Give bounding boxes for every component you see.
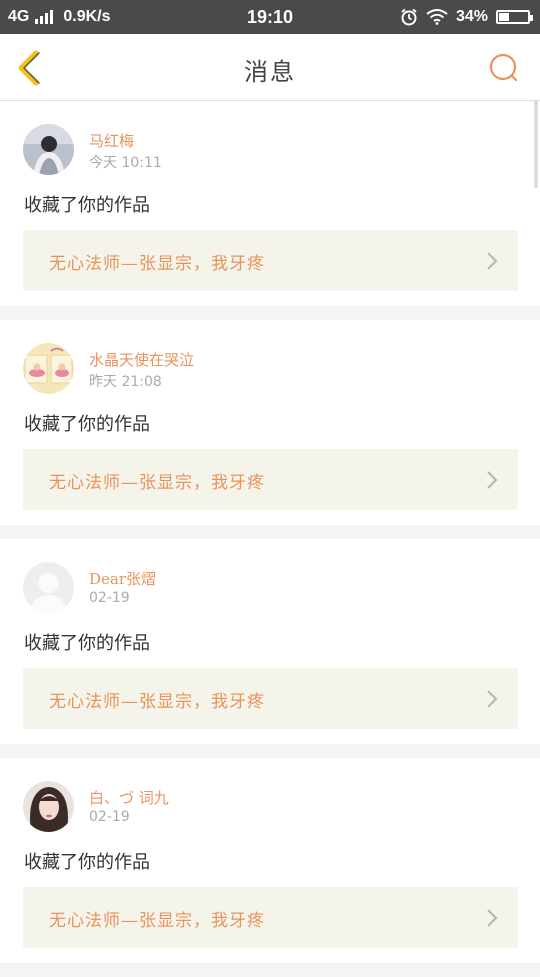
chevron-right-icon: [487, 909, 498, 927]
work-link[interactable]: 无心法师—张显宗，我牙疼: [23, 230, 518, 291]
user-name[interactable]: 水晶天使在哭泣: [89, 349, 194, 370]
work-title: 无心法师—张显宗，我牙疼: [49, 473, 265, 493]
message-card[interactable]: Dear张熠 02-19 收藏了你的作品 无心法师—张显宗，我牙疼: [0, 539, 540, 744]
battery-icon: [496, 10, 533, 24]
action-text: 收藏了你的作品: [24, 852, 150, 873]
avatar[interactable]: [23, 124, 74, 175]
user-name[interactable]: Dear张熠: [89, 568, 156, 589]
battery-percent: 34%: [455, 8, 488, 25]
work-link[interactable]: 无心法师—张显宗，我牙疼: [23, 887, 518, 948]
alarm-icon: [401, 8, 417, 26]
user-name[interactable]: 马红梅: [89, 130, 134, 151]
avatar[interactable]: [23, 343, 74, 394]
message-card[interactable]: 白、づ 词九 02-19 收藏了你的作品 无心法师—张显宗，我牙疼: [0, 758, 540, 963]
message-list: 马红梅 今天 10:11 收藏了你的作品 无心法师—张显宗，我牙疼 水晶天使在哭…: [0, 101, 540, 977]
work-title: 无心法师—张显宗，我牙疼: [49, 692, 265, 712]
nav-bar: 消息: [0, 34, 540, 101]
message-time: 02-19: [89, 809, 130, 825]
message-time: 今天 10:11: [89, 155, 162, 171]
scrollbar[interactable]: [534, 100, 538, 188]
chevron-right-icon: [487, 471, 498, 489]
avatar[interactable]: [23, 781, 74, 832]
action-text: 收藏了你的作品: [24, 414, 150, 435]
message-time: 昨天 21:08: [89, 374, 162, 390]
search-button[interactable]: [488, 52, 520, 84]
action-text: 收藏了你的作品: [24, 195, 150, 216]
battery-level: [499, 13, 509, 21]
chevron-right-icon: [487, 690, 498, 708]
work-link[interactable]: 无心法师—张显宗，我牙疼: [23, 668, 518, 729]
message-card[interactable]: 水晶天使在哭泣 昨天 21:08 收藏了你的作品 无心法师—张显宗，我牙疼: [0, 320, 540, 525]
message-time: 02-19: [89, 590, 130, 606]
work-title: 无心法师—张显宗，我牙疼: [49, 254, 265, 274]
page-title: 消息: [244, 58, 296, 86]
status-right: 34%: [400, 8, 533, 26]
work-link[interactable]: 无心法师—张显宗，我牙疼: [23, 449, 518, 510]
chevron-right-icon: [487, 252, 498, 270]
wifi-icon: [426, 9, 448, 25]
message-card[interactable]: 马红梅 今天 10:11 收藏了你的作品 无心法师—张显宗，我牙疼: [0, 101, 540, 306]
action-text: 收藏了你的作品: [24, 633, 150, 654]
user-name[interactable]: 白、づ 词九: [89, 787, 169, 808]
avatar[interactable]: [23, 562, 74, 613]
work-title: 无心法师—张显宗，我牙疼: [49, 911, 265, 931]
status-bar: 4G 0.9K/s 19:10 34%: [0, 0, 540, 34]
